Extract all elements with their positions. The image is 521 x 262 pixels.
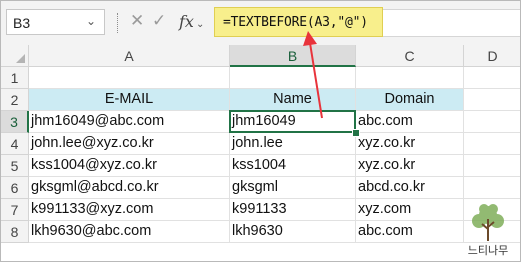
- cancel-icon[interactable]: ✕: [130, 11, 144, 31]
- name-box-value: B3: [13, 15, 31, 31]
- cell-d3[interactable]: [464, 111, 520, 133]
- cell-b5[interactable]: kss1004: [230, 155, 356, 177]
- column-header-d[interactable]: D: [464, 45, 520, 67]
- cell-b6[interactable]: gksgml: [230, 177, 356, 199]
- row-header-8[interactable]: 8: [1, 221, 29, 243]
- row-header-1[interactable]: 1: [1, 67, 29, 89]
- formula-input[interactable]: =TEXTBEFORE(A3,"@"): [214, 7, 383, 37]
- cell-a7[interactable]: k991133@xyz.com: [29, 199, 230, 221]
- cell-b4[interactable]: john.lee: [230, 133, 356, 155]
- row-header-4[interactable]: 4: [1, 133, 29, 155]
- row-header-2[interactable]: 2: [1, 89, 29, 111]
- row-header-5[interactable]: 5: [1, 155, 29, 177]
- cell-d4[interactable]: [464, 133, 520, 155]
- cell-b8[interactable]: lkh9630: [230, 221, 356, 243]
- row-header-3[interactable]: 3: [1, 111, 29, 133]
- cell-d6[interactable]: [464, 177, 520, 199]
- cell-c7[interactable]: xyz.com: [356, 199, 464, 221]
- fx-label: fx: [179, 12, 194, 31]
- cell-a4[interactable]: john.lee@xyz.co.kr: [29, 133, 230, 155]
- select-all-button[interactable]: [1, 45, 29, 67]
- cell-c3[interactable]: abc.com: [356, 111, 464, 133]
- cell-a2[interactable]: E-MAIL: [29, 89, 230, 111]
- enter-check-icon[interactable]: ✓: [152, 11, 166, 31]
- cell-d5[interactable]: [464, 155, 520, 177]
- cell-c8[interactable]: abc.com: [356, 221, 464, 243]
- column-header-a[interactable]: A: [29, 45, 230, 67]
- cell-d2[interactable]: [464, 89, 520, 111]
- cell-a6[interactable]: gksgml@abcd.co.kr: [29, 177, 230, 199]
- name-box[interactable]: B3 ⌄: [6, 9, 105, 35]
- cell-a5[interactable]: kss1004@xyz.co.kr: [29, 155, 230, 177]
- row-header-6[interactable]: 6: [1, 177, 29, 199]
- column-header-b[interactable]: B: [230, 45, 356, 67]
- worksheet-grid[interactable]: A B C D 1 2 E-MAIL Name Domain 3 jhm16049@abc.com j…: [1, 45, 520, 261]
- tree-logo-watermark: 느티나무: [468, 204, 508, 257]
- select-all-triangle-icon: [16, 54, 25, 63]
- column-header-c[interactable]: C: [356, 45, 464, 67]
- cell-c2[interactable]: Domain: [356, 89, 464, 111]
- cell-c1[interactable]: [356, 67, 464, 89]
- cell-c5[interactable]: xyz.co.kr: [356, 155, 464, 177]
- cell-b1[interactable]: [230, 67, 356, 89]
- cell-b7[interactable]: k991133: [230, 199, 356, 221]
- row-header-7[interactable]: 7: [1, 199, 29, 221]
- fx-dropdown-icon: ⌄: [195, 19, 205, 30]
- formula-bar-separator: [117, 13, 118, 33]
- name-box-dropdown-icon[interactable]: ⌄: [86, 14, 96, 28]
- formula-input-area[interactable]: [383, 9, 520, 37]
- cell-c4[interactable]: xyz.co.kr: [356, 133, 464, 155]
- insert-function-button[interactable]: fx ⌄: [179, 12, 204, 31]
- formula-bar: B3 ⌄ ✕ ✓ fx ⌄ =TEXTBEFORE(A3,"@"): [1, 1, 520, 45]
- cell-b3[interactable]: jhm16049: [230, 111, 356, 133]
- cell-b2[interactable]: Name: [230, 89, 356, 111]
- cell-a8[interactable]: lkh9630@abc.com: [29, 221, 230, 243]
- fill-handle[interactable]: [352, 129, 360, 137]
- cell-c6[interactable]: abcd.co.kr: [356, 177, 464, 199]
- cell-a1[interactable]: [29, 67, 230, 89]
- spreadsheet-window: B3 ⌄ ✕ ✓ fx ⌄ =TEXTBEFORE(A3,"@") ABCD12E…: [0, 0, 521, 262]
- cell-a3[interactable]: jhm16049@abc.com: [29, 111, 230, 133]
- watermark-text: 느티나무: [468, 244, 508, 257]
- cell-d1[interactable]: [464, 67, 520, 89]
